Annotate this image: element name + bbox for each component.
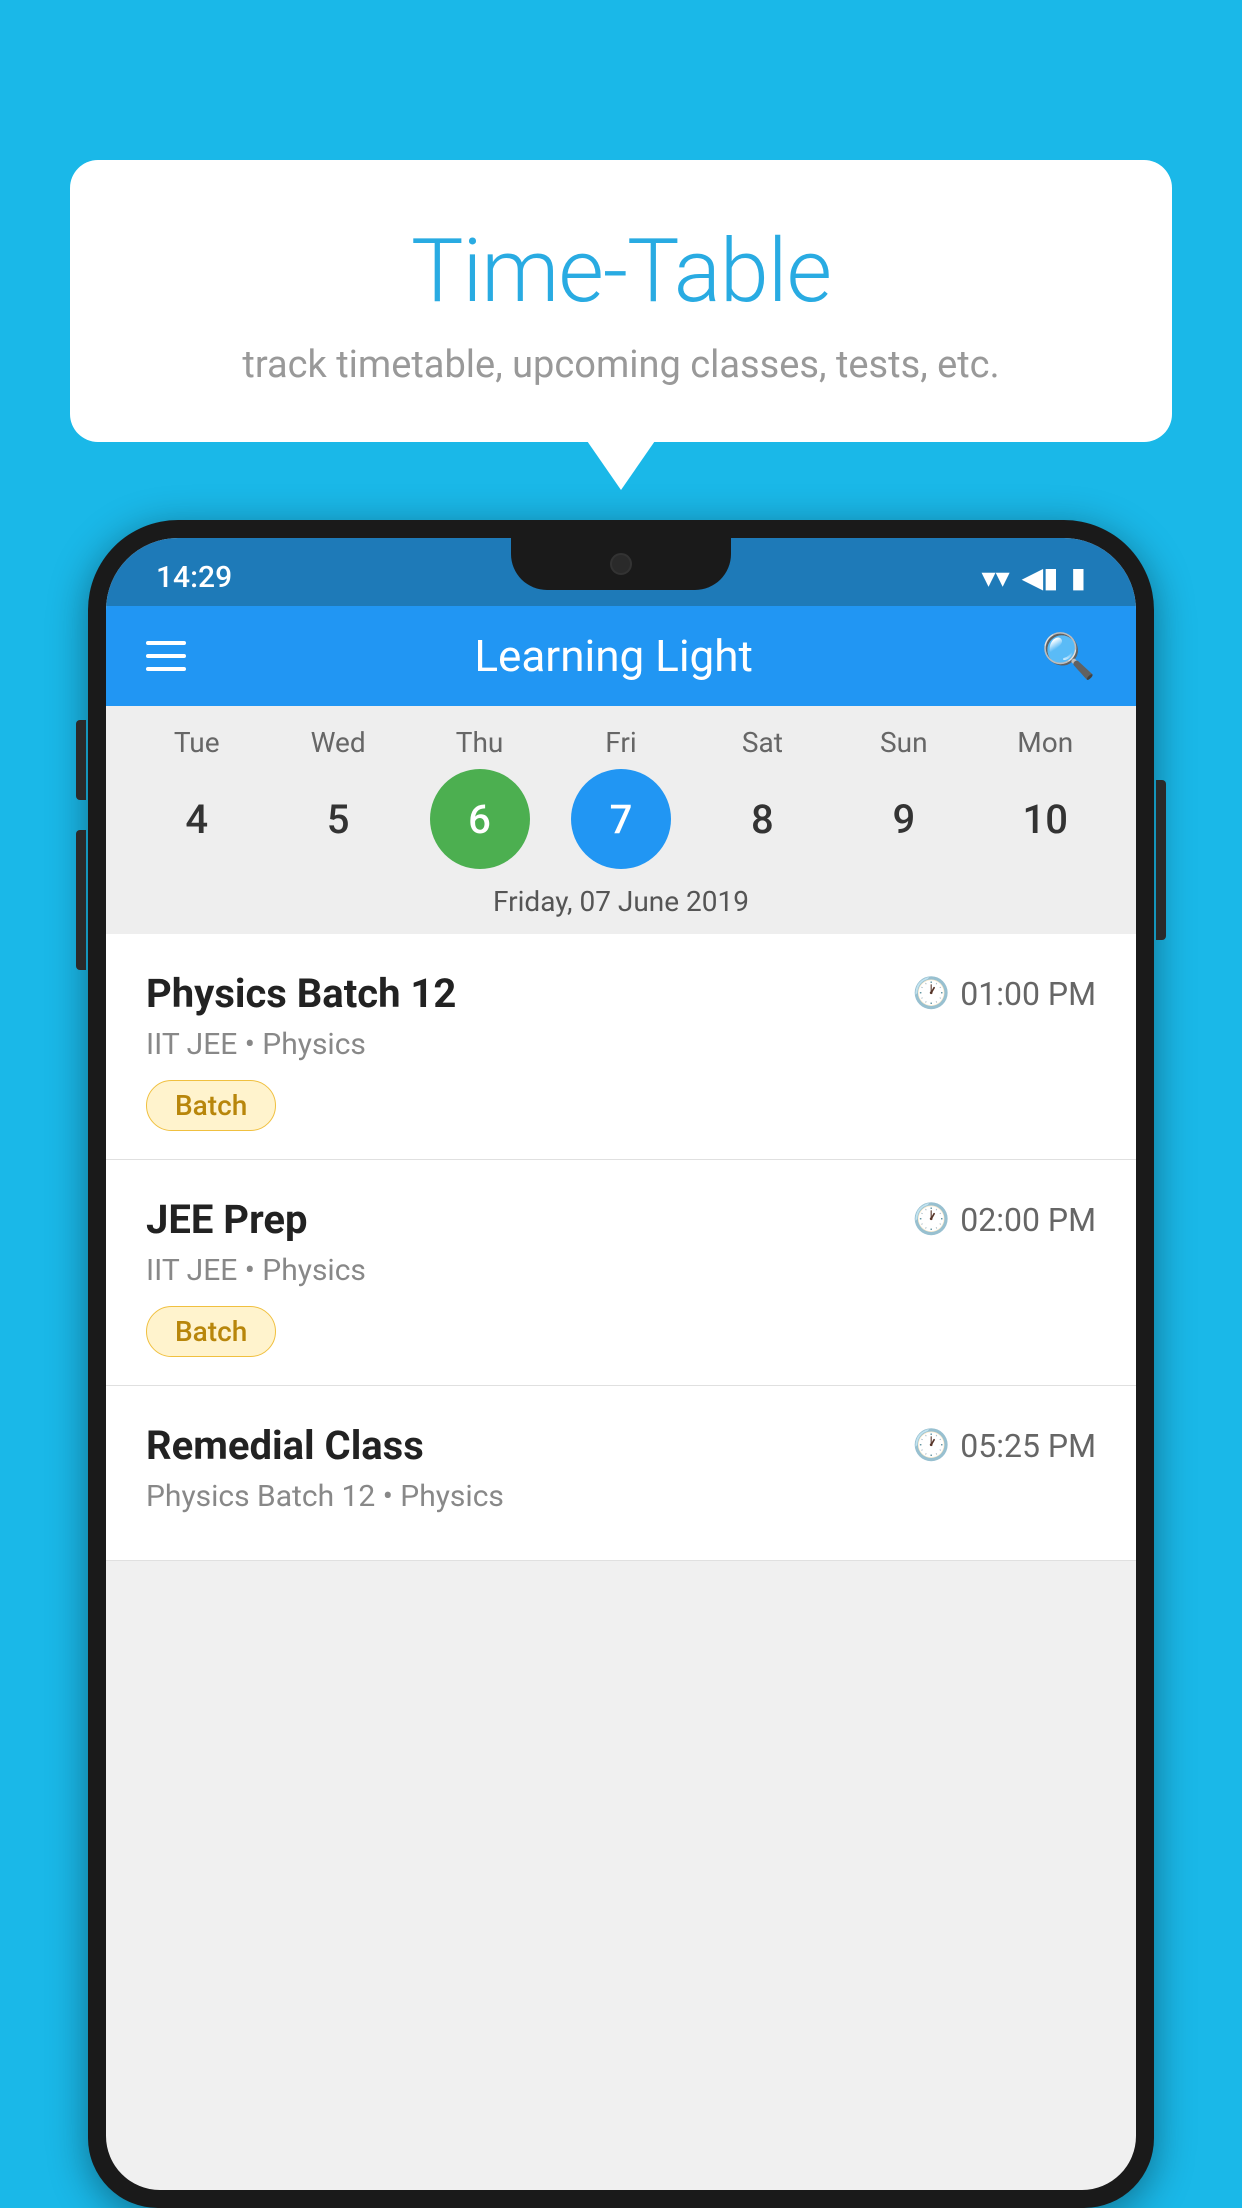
schedule-item-1-badge: Batch — [146, 1080, 276, 1131]
speech-bubble: Time-Table track timetable, upcoming cla… — [70, 160, 1172, 442]
schedule-item-3-time-value: 05:25 PM — [960, 1427, 1096, 1465]
phone-notch — [511, 538, 731, 590]
calendar-strip: Tue Wed Thu Fri Sat Sun Mon 4 5 6 7 8 9 … — [106, 706, 1136, 934]
schedule-item-1-subtitle: IIT JEE • Physics — [146, 1027, 1096, 1062]
day-header-fri: Fri — [571, 726, 671, 759]
app-title: Learning Light — [474, 630, 753, 682]
schedule-list: Physics Batch 12 🕐 01:00 PM IIT JEE • Ph… — [106, 934, 1136, 1561]
day-header-sat: Sat — [712, 726, 812, 759]
schedule-item-3-time: 🕐 05:25 PM — [913, 1427, 1096, 1465]
schedule-item-3-title: Remedial Class — [146, 1422, 424, 1469]
day-5[interactable]: 5 — [288, 769, 388, 869]
schedule-item-2-time-value: 02:00 PM — [960, 1201, 1096, 1239]
day-header-mon: Mon — [995, 726, 1095, 759]
schedule-item-2[interactable]: JEE Prep 🕐 02:00 PM IIT JEE • Physics Ba… — [106, 1160, 1136, 1386]
day-10[interactable]: 10 — [995, 769, 1095, 869]
day-header-thu: Thu — [430, 726, 530, 759]
schedule-item-1-time-value: 01:00 PM — [960, 975, 1096, 1013]
schedule-item-1-header: Physics Batch 12 🕐 01:00 PM — [146, 970, 1096, 1017]
page-title: Time-Table — [130, 220, 1112, 323]
day-7-selected[interactable]: 7 — [571, 769, 671, 869]
battery-icon: ▮ — [1071, 561, 1086, 594]
phone-btn-volume-down — [76, 830, 86, 970]
schedule-item-1-title: Physics Batch 12 — [146, 970, 456, 1017]
day-8[interactable]: 8 — [712, 769, 812, 869]
phone-frame: 14:29 ▾▾ ◀▮ ▮ Learning Light 🔍 — [88, 520, 1154, 2208]
schedule-item-3[interactable]: Remedial Class 🕐 05:25 PM Physics Batch … — [106, 1386, 1136, 1561]
schedule-item-3-header: Remedial Class 🕐 05:25 PM — [146, 1422, 1096, 1469]
day-header-tue: Tue — [147, 726, 247, 759]
camera — [610, 553, 632, 575]
phone-container: 14:29 ▾▾ ◀▮ ▮ Learning Light 🔍 — [88, 520, 1154, 2208]
phone-screen: 14:29 ▾▾ ◀▮ ▮ Learning Light 🔍 — [106, 538, 1136, 2190]
day-numbers: 4 5 6 7 8 9 10 — [106, 769, 1136, 869]
search-icon[interactable]: 🔍 — [1041, 630, 1096, 682]
day-headers: Tue Wed Thu Fri Sat Sun Mon — [106, 726, 1136, 759]
signal-icon: ◀▮ — [1022, 561, 1059, 594]
day-6-today[interactable]: 6 — [430, 769, 530, 869]
phone-btn-volume-up — [76, 720, 86, 800]
schedule-item-3-subtitle: Physics Batch 12 • Physics — [146, 1479, 1096, 1514]
schedule-item-1[interactable]: Physics Batch 12 🕐 01:00 PM IIT JEE • Ph… — [106, 934, 1136, 1160]
page-subtitle: track timetable, upcoming classes, tests… — [130, 343, 1112, 387]
day-4[interactable]: 4 — [147, 769, 247, 869]
day-header-wed: Wed — [288, 726, 388, 759]
schedule-item-2-badge: Batch — [146, 1306, 276, 1357]
schedule-item-2-time: 🕐 02:00 PM — [913, 1201, 1096, 1239]
menu-icon[interactable] — [146, 641, 186, 671]
selected-date-label: Friday, 07 June 2019 — [106, 885, 1136, 934]
speech-bubble-container: Time-Table track timetable, upcoming cla… — [70, 160, 1172, 442]
schedule-item-2-subtitle: IIT JEE • Physics — [146, 1253, 1096, 1288]
day-header-sun: Sun — [854, 726, 954, 759]
clock-icon-2: 🕐 — [913, 1202, 950, 1237]
phone-btn-power — [1156, 780, 1166, 940]
schedule-item-2-header: JEE Prep 🕐 02:00 PM — [146, 1196, 1096, 1243]
schedule-item-2-title: JEE Prep — [146, 1196, 307, 1243]
app-bar: Learning Light 🔍 — [106, 606, 1136, 706]
clock-icon-1: 🕐 — [913, 976, 950, 1011]
schedule-item-1-time: 🕐 01:00 PM — [913, 975, 1096, 1013]
day-9[interactable]: 9 — [854, 769, 954, 869]
status-icons: ▾▾ ◀▮ ▮ — [982, 561, 1086, 594]
status-time: 14:29 — [156, 560, 232, 595]
clock-icon-3: 🕐 — [913, 1428, 950, 1463]
wifi-icon: ▾▾ — [982, 561, 1010, 594]
